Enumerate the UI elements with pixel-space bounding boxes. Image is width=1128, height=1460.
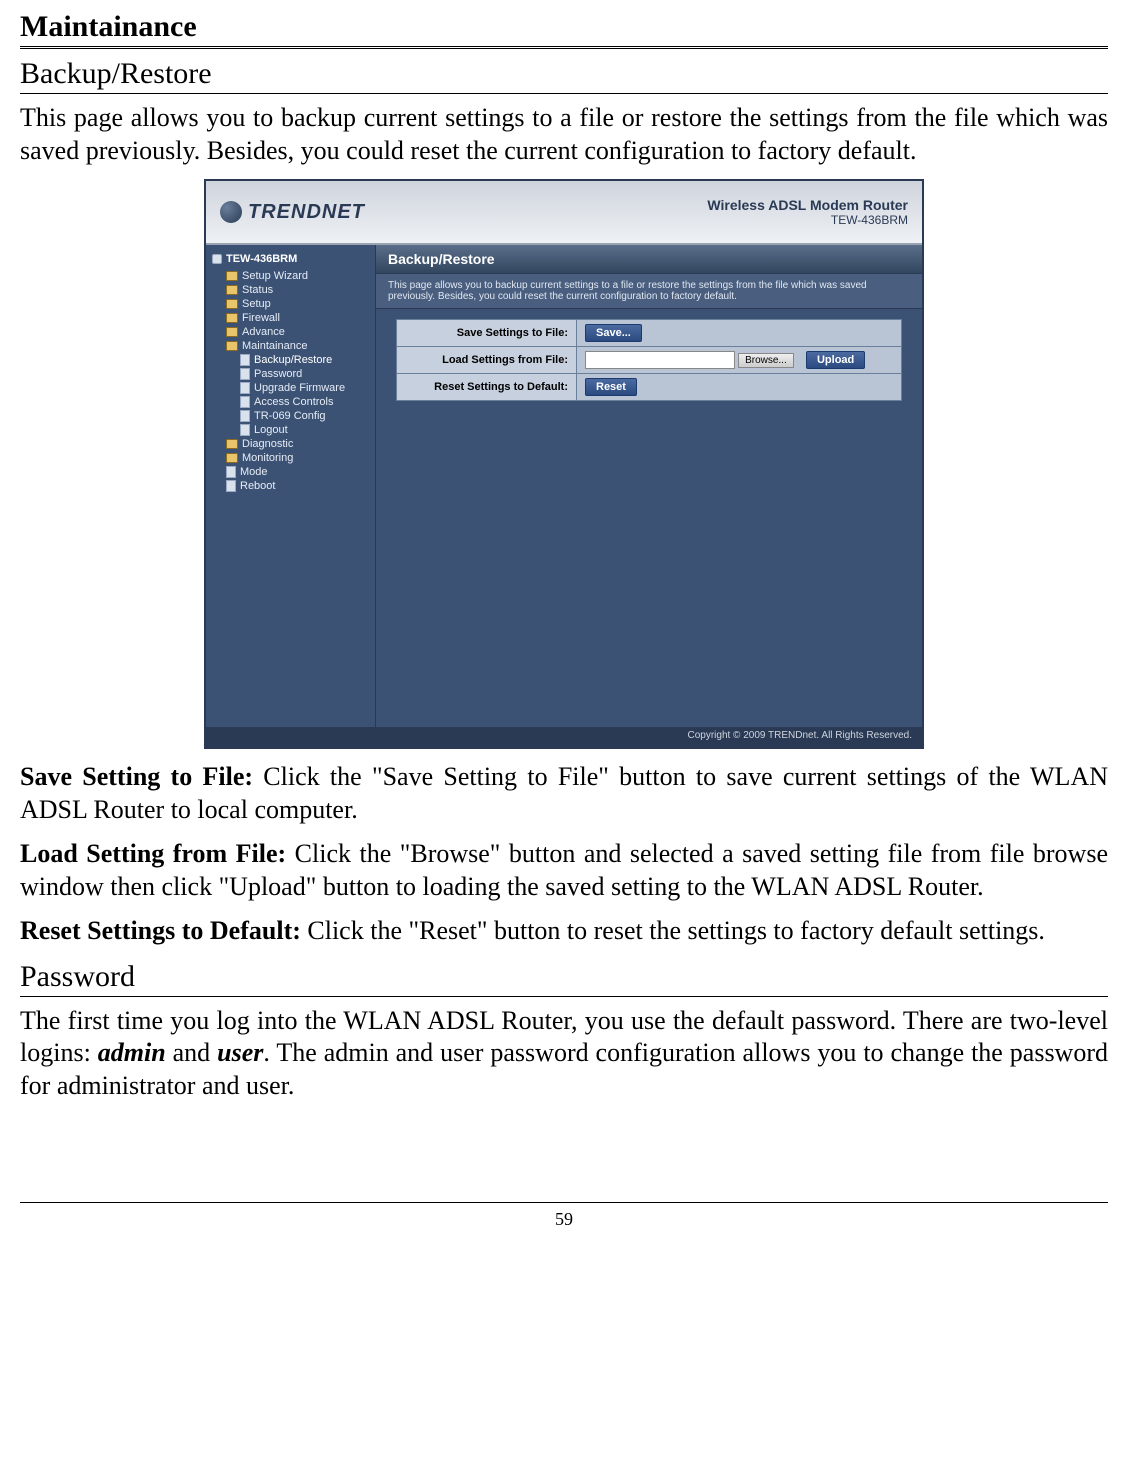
doc-icon xyxy=(240,396,250,408)
nav-maintainance[interactable]: Maintainance xyxy=(212,339,369,353)
panel-title: Backup/Restore xyxy=(376,245,922,274)
doc-icon xyxy=(240,368,250,380)
nav-mode[interactable]: Mode xyxy=(212,465,369,479)
settings-table: Save Settings to File: Save... Load Sett… xyxy=(396,319,902,401)
nav-diagnostic[interactable]: Diagnostic xyxy=(212,437,369,451)
router-header: TRENDNET Wireless ADSL Modem Router TEW-… xyxy=(206,181,922,245)
nav-firewall[interactable]: Firewall xyxy=(212,311,369,325)
reset-setting-text: Click the "Reset" button to reset the se… xyxy=(301,916,1045,945)
node-icon xyxy=(212,254,222,264)
reset-setting-label: Reset Settings to Default: xyxy=(20,916,301,945)
folder-icon xyxy=(226,439,238,449)
row-load-label: Load Settings from File: xyxy=(397,347,577,374)
nav-password[interactable]: Password xyxy=(212,367,369,381)
model-block: Wireless ADSL Modem Router TEW-436BRM xyxy=(707,197,908,227)
tree-root[interactable]: TEW-436BRM xyxy=(212,253,369,265)
doc-icon xyxy=(240,410,250,422)
doc-icon xyxy=(240,354,250,366)
router-screenshot: TRENDNET Wireless ADSL Modem Router TEW-… xyxy=(20,179,1108,749)
model-line2: TEW-436BRM xyxy=(707,213,908,227)
folder-icon xyxy=(226,313,238,323)
nav-sidebar: TEW-436BRM Setup Wizard Status Setup Fir… xyxy=(206,245,376,727)
logo-dot-icon xyxy=(220,201,242,223)
nav-status[interactable]: Status xyxy=(212,283,369,297)
nav-logout[interactable]: Logout xyxy=(212,423,369,437)
intro-paragraph: This page allows you to backup current s… xyxy=(20,102,1108,167)
nav-setup-wizard[interactable]: Setup Wizard xyxy=(212,269,369,283)
reset-setting-paragraph: Reset Settings to Default: Click the "Re… xyxy=(20,915,1108,948)
main-panel: Backup/Restore This page allows you to b… xyxy=(376,245,922,727)
nav-backup-restore[interactable]: Backup/Restore xyxy=(212,353,369,367)
nav-reboot[interactable]: Reboot xyxy=(212,479,369,493)
doc-icon xyxy=(240,424,250,436)
save-setting-label: Save Setting to File: xyxy=(20,762,253,791)
row-reset-label: Reset Settings to Default: xyxy=(397,374,577,401)
page-title: Maintainance xyxy=(20,10,1108,49)
browse-button[interactable]: Browse... xyxy=(738,353,794,368)
panel-desc: This page allows you to backup current s… xyxy=(376,274,922,309)
section-backup-restore-heading: Backup/Restore xyxy=(20,57,1108,94)
nav-setup[interactable]: Setup xyxy=(212,297,369,311)
model-line1: Wireless ADSL Modem Router xyxy=(707,197,908,213)
folder-icon xyxy=(226,285,238,295)
brand-logo: TRENDNET xyxy=(220,201,365,224)
brand-text: TRENDNET xyxy=(248,201,365,224)
file-path-input[interactable] xyxy=(585,351,735,369)
folder-icon xyxy=(226,341,238,351)
router-ui-frame: TRENDNET Wireless ADSL Modem Router TEW-… xyxy=(204,179,924,749)
nav-advance[interactable]: Advance xyxy=(212,325,369,339)
nav-upgrade-firmware[interactable]: Upgrade Firmware xyxy=(212,381,369,395)
nav-monitoring[interactable]: Monitoring xyxy=(212,451,369,465)
doc-icon xyxy=(240,382,250,394)
section-password-heading: Password xyxy=(20,960,1108,997)
folder-icon xyxy=(226,453,238,463)
reset-button[interactable]: Reset xyxy=(585,378,637,396)
page-number: 59 xyxy=(20,1203,1108,1230)
password-admin: admin xyxy=(98,1038,166,1067)
load-setting-label: Load Setting from File: xyxy=(20,839,286,868)
password-paragraph: The first time you log into the WLAN ADS… xyxy=(20,1005,1108,1103)
table-row: Reset Settings to Default: Reset xyxy=(397,374,902,401)
password-user: user xyxy=(217,1038,263,1067)
router-footer: Copyright © 2009 TRENDnet. All Rights Re… xyxy=(206,727,922,747)
save-setting-paragraph: Save Setting to File: Click the "Save Se… xyxy=(20,761,1108,826)
nav-access-controls[interactable]: Access Controls xyxy=(212,395,369,409)
folder-icon xyxy=(226,271,238,281)
doc-icon xyxy=(226,480,236,492)
folder-icon xyxy=(226,299,238,309)
doc-icon xyxy=(226,466,236,478)
table-row: Save Settings to File: Save... xyxy=(397,320,902,347)
table-row: Load Settings from File: Browse... Uploa… xyxy=(397,347,902,374)
password-and: and xyxy=(166,1038,217,1067)
load-setting-paragraph: Load Setting from File: Click the "Brows… xyxy=(20,838,1108,903)
upload-button[interactable]: Upload xyxy=(806,351,865,369)
folder-icon xyxy=(226,327,238,337)
nav-tr069[interactable]: TR-069 Config xyxy=(212,409,369,423)
save-button[interactable]: Save... xyxy=(585,324,642,342)
row-save-label: Save Settings to File: xyxy=(397,320,577,347)
